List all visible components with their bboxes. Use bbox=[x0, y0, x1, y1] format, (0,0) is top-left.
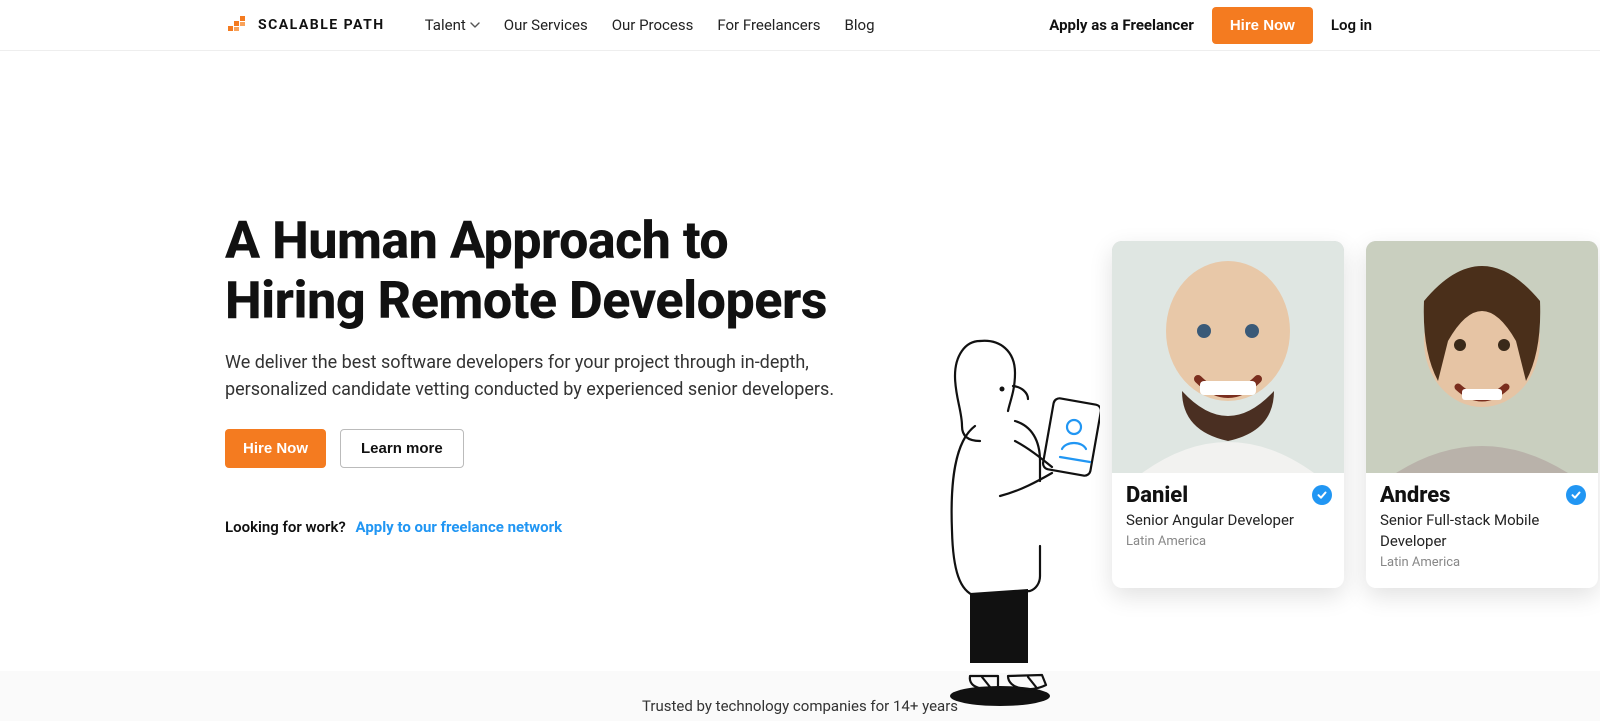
logo[interactable]: SCALABLE PATH bbox=[228, 12, 385, 38]
hero-hire-button[interactable]: Hire Now bbox=[225, 429, 326, 468]
profile-role: Senior Full-stack Mobile Developer bbox=[1380, 510, 1584, 552]
nav-item-services[interactable]: Our Services bbox=[504, 16, 588, 34]
nav-item-freelancers[interactable]: For Freelancers bbox=[717, 16, 820, 34]
apply-network-link[interactable]: Apply to our freelance network bbox=[355, 518, 562, 536]
recruiter-illustration bbox=[920, 331, 1100, 715]
profile-cards: Daniel Senior Angular Developer Latin Am… bbox=[1112, 241, 1598, 588]
hero-ctas: Hire Now Learn more bbox=[225, 429, 905, 468]
hero-title-line1: A Human Approach to bbox=[225, 210, 728, 271]
trusted-strip: Trusted by technology companies for 14+ … bbox=[0, 671, 1600, 721]
profile-name: Daniel bbox=[1126, 483, 1330, 508]
verified-badge-icon bbox=[1566, 485, 1586, 505]
apply-freelancer-link[interactable]: Apply as a Freelancer bbox=[1049, 16, 1194, 34]
profile-name: Andres bbox=[1380, 483, 1584, 508]
profile-card-body: Andres Senior Full-stack Mobile Develope… bbox=[1366, 473, 1598, 588]
nav-item-label: Our Process bbox=[612, 16, 694, 34]
profile-region: Latin America bbox=[1380, 555, 1584, 570]
logo-text: SCALABLE PATH bbox=[258, 17, 385, 33]
header: SCALABLE PATH Talent Our Services Our Pr… bbox=[0, 0, 1600, 51]
hero-learn-more-button[interactable]: Learn more bbox=[340, 429, 464, 468]
trusted-text: Trusted by technology companies for 14+ … bbox=[642, 697, 958, 715]
profile-role: Senior Angular Developer bbox=[1126, 510, 1330, 531]
header-inner: SCALABLE PATH Talent Our Services Our Pr… bbox=[220, 0, 1380, 50]
profile-card-body: Daniel Senior Angular Developer Latin Am… bbox=[1112, 473, 1344, 567]
primary-nav: Talent Our Services Our Process For Free… bbox=[425, 16, 875, 34]
looking-for-work: Looking for work? Apply to our freelance… bbox=[225, 518, 905, 536]
looking-prompt: Looking for work? bbox=[225, 518, 346, 536]
profile-card[interactable]: Andres Senior Full-stack Mobile Develope… bbox=[1366, 241, 1598, 588]
hero: A Human Approach to Hiring Remote Develo… bbox=[0, 51, 1600, 671]
nav-item-blog[interactable]: Blog bbox=[845, 16, 875, 34]
profile-photo bbox=[1112, 241, 1344, 473]
nav-item-label: Our Services bbox=[504, 16, 588, 34]
profile-region: Latin America bbox=[1126, 534, 1330, 549]
nav-item-label: Talent bbox=[425, 16, 466, 34]
login-link[interactable]: Log in bbox=[1331, 16, 1372, 34]
nav-item-process[interactable]: Our Process bbox=[612, 16, 694, 34]
profile-card[interactable]: Daniel Senior Angular Developer Latin Am… bbox=[1112, 241, 1344, 588]
hero-title-line2: Hiring Remote Developers bbox=[225, 270, 827, 331]
nav-item-talent[interactable]: Talent bbox=[425, 16, 480, 34]
hero-subtitle: We deliver the best software developers … bbox=[225, 349, 865, 403]
nav-item-label: Blog bbox=[845, 16, 875, 34]
nav-item-label: For Freelancers bbox=[717, 16, 820, 34]
chevron-down-icon bbox=[470, 16, 480, 34]
hero-title: A Human Approach to Hiring Remote Develo… bbox=[225, 211, 905, 331]
header-actions: Apply as a Freelancer Hire Now Log in bbox=[1049, 7, 1372, 44]
verified-badge-icon bbox=[1312, 485, 1332, 505]
hire-now-button[interactable]: Hire Now bbox=[1212, 7, 1313, 44]
hero-text: A Human Approach to Hiring Remote Develo… bbox=[225, 211, 905, 536]
logo-icon bbox=[228, 12, 250, 38]
profile-photo bbox=[1366, 241, 1598, 473]
